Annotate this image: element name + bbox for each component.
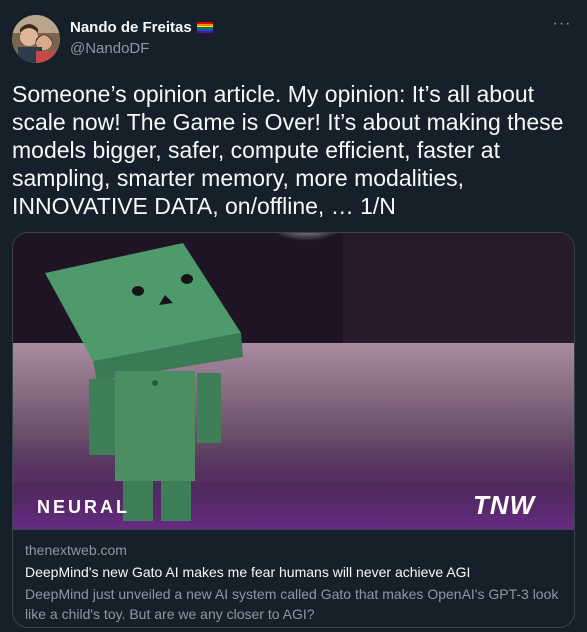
card-title[interactable]: DeepMind's new Gato AI makes me fear hum… <box>25 564 470 580</box>
author-name-row: Nando de Freitas <box>70 19 213 36</box>
author-handle[interactable]: @NandoDF <box>70 40 149 57</box>
tnw-logo: TNW <box>473 490 536 520</box>
author-display-name[interactable]: Nando de Freitas <box>70 19 192 36</box>
card-body: thenextweb.com DeepMind's new Gato AI ma… <box>13 529 574 627</box>
rainbow-flag-icon <box>196 22 213 33</box>
card-description: DeepMind just unveiled a new AI system c… <box>25 586 559 622</box>
neural-logo: NEURAL <box>37 497 130 517</box>
tweet-text: Someone’s opinion article. My opinion: I… <box>12 81 564 219</box>
avatar[interactable] <box>12 15 60 63</box>
card-domain: thenextweb.com <box>25 542 127 558</box>
link-preview-card[interactable]: NEURAL TNW thenextweb.com DeepMind's new… <box>12 232 575 628</box>
card-image: NEURAL TNW <box>13 233 574 529</box>
tweet-header: Nando de Freitas @NandoDF ··· <box>0 0 587 70</box>
more-options-icon[interactable]: ··· <box>551 16 573 38</box>
